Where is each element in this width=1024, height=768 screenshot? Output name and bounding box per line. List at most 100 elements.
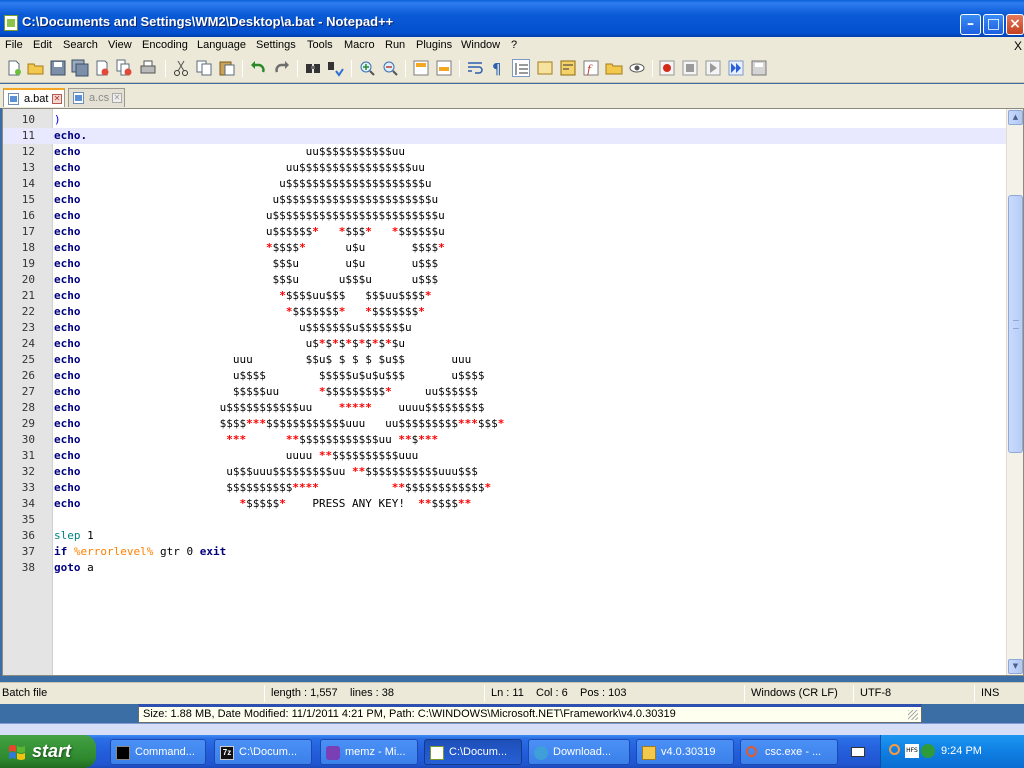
taskbar-item-download[interactable]: Download... — [528, 739, 630, 765]
replace-button[interactable] — [327, 59, 345, 77]
menu-edit[interactable]: Edit — [33, 39, 52, 51]
code-line[interactable]: 30 echo *** **$$$$$$$$$$$$uu **$*** — [3, 432, 1007, 448]
record-macro-button[interactable] — [658, 59, 676, 77]
menu-run[interactable]: Run — [385, 39, 405, 51]
menu-macro[interactable]: Macro — [344, 39, 375, 51]
code-line[interactable]: 24 echo u$*$*$*$*$*$*$u — [3, 336, 1007, 352]
user-language-button[interactable] — [536, 59, 554, 77]
word-wrap-button[interactable] — [466, 59, 484, 77]
save-macro-button[interactable] — [750, 59, 768, 77]
taskbar-item-csc-search[interactable]: csc.exe - ... — [740, 739, 838, 765]
code-line[interactable]: 35 — [3, 512, 1007, 528]
sync-horizontal-button[interactable] — [435, 59, 453, 77]
scroll-thumb[interactable] — [1008, 195, 1023, 453]
start-button[interactable]: start — [0, 735, 96, 768]
resize-grip-icon[interactable] — [908, 710, 918, 720]
code-line[interactable]: 10) — [3, 112, 1007, 128]
menu-help[interactable]: ? — [511, 39, 517, 51]
taskbar-item-visual-studio[interactable]: memz - Mi... — [320, 739, 418, 765]
monitor-button[interactable] — [628, 59, 646, 77]
code-line[interactable]: 22 echo *$$$$$$$* *$$$$$$$* — [3, 304, 1007, 320]
show-all-characters-button[interactable]: ¶ — [488, 59, 506, 77]
menu-language[interactable]: Language — [197, 39, 246, 51]
code-line[interactable]: 14 echo u$$$$$$$$$$$$$$$$$$$$$u — [3, 176, 1007, 192]
scroll-down-icon[interactable]: ▼ — [1008, 659, 1023, 674]
tab-close-icon[interactable]: ✕ — [52, 94, 62, 104]
tab-close-icon[interactable]: ✕ — [112, 93, 122, 103]
code-line[interactable]: 11 echo. — [3, 128, 1007, 144]
code-line[interactable]: 33 echo $$$$$$$$$$**** **$$$$$$$$$$$$* — [3, 480, 1007, 496]
menu-encoding[interactable]: Encoding — [142, 39, 188, 51]
indent-guide-button[interactable] — [512, 59, 530, 77]
code-line[interactable]: 20 echo $$$u u$$$u u$$$ — [3, 272, 1007, 288]
menu-view[interactable]: View — [108, 39, 132, 51]
code-line[interactable]: 31 echo uuuu **$$$$$$$$$$uuu — [3, 448, 1007, 464]
cut-button[interactable] — [172, 59, 190, 77]
tab-a-bat[interactable]: a.bat ✕ — [3, 88, 65, 107]
folder-workspace-button[interactable] — [605, 59, 623, 77]
menu-tools[interactable]: Tools — [307, 39, 333, 51]
code-line[interactable]: 36 slep 1 — [3, 528, 1007, 544]
paste-button[interactable] — [218, 59, 236, 77]
find-button[interactable] — [304, 59, 322, 77]
scroll-up-icon[interactable]: ▲ — [1008, 110, 1023, 125]
vertical-scrollbar[interactable]: ▲ ▼ — [1006, 109, 1023, 675]
menu-window[interactable]: Window — [461, 39, 500, 51]
code-line[interactable]: 28 echo u$$$$$$$$$$$uu ***** uuuu$$$$$$$$… — [3, 400, 1007, 416]
code-line[interactable]: 26 echo u$$$$ $$$$$u$u$u$$$ u$$$$ — [3, 368, 1007, 384]
code-line[interactable]: 21 echo *$$$$uu$$$ $$$uu$$$$* — [3, 288, 1007, 304]
play-multiple-macro-button[interactable] — [727, 59, 745, 77]
code-editor[interactable]: 10) 11 echo. 12 echo uu$$$$$$$$$$$uu 13 echo u… — [2, 108, 1024, 676]
zoom-in-button[interactable] — [358, 59, 376, 77]
code-line[interactable]: 38 goto a — [3, 560, 1007, 576]
code-line[interactable]: 37 if %errorlevel% gtr 0 exit — [3, 544, 1007, 560]
save-all-button[interactable] — [71, 59, 89, 77]
code-line[interactable]: 17 echo u$$$$$$* *$$$* *$$$$$$u — [3, 224, 1007, 240]
function-list-button[interactable]: f — [582, 59, 600, 77]
hfs-tray-icon[interactable]: HFS — [905, 744, 919, 758]
code-line[interactable]: 15 echo u$$$$$$$$$$$$$$$$$$$$$$$u — [3, 192, 1007, 208]
open-file-button[interactable] — [27, 59, 45, 77]
network-tray-icon[interactable] — [921, 744, 935, 758]
sync-vertical-button[interactable] — [412, 59, 430, 77]
close-button[interactable] — [93, 59, 111, 77]
clock[interactable]: 9:24 PM — [941, 745, 982, 757]
close-all-button[interactable] — [115, 59, 133, 77]
minimize-button[interactable]: – — [960, 14, 981, 35]
code-line[interactable]: 12 echo uu$$$$$$$$$$$uu — [3, 144, 1007, 160]
play-macro-button[interactable] — [704, 59, 722, 77]
close-window-button[interactable]: × — [1006, 14, 1024, 35]
code-line[interactable]: 34 echo *$$$$$* PRESS ANY KEY! **$$$$** — [3, 496, 1007, 512]
keyboard-layout-button[interactable] — [846, 739, 872, 765]
taskbar-item-command[interactable]: Command... — [110, 739, 206, 765]
menu-settings[interactable]: Settings — [256, 39, 296, 51]
search-tray-icon[interactable] — [889, 744, 900, 755]
code-line[interactable]: 29 echo $$$$***$$$$$$$$$$$$uuu uu$$$$$$$$… — [3, 416, 1007, 432]
stop-macro-button[interactable] — [681, 59, 699, 77]
menu-search[interactable]: Search — [63, 39, 98, 51]
print-button[interactable] — [139, 59, 157, 77]
menu-file[interactable]: File — [5, 39, 23, 51]
copy-button[interactable] — [195, 59, 213, 77]
menu-plugins[interactable]: Plugins — [416, 39, 452, 51]
new-file-button[interactable] — [5, 59, 23, 77]
undo-button[interactable] — [249, 59, 267, 77]
taskbar-item-folder[interactable]: v4.0.30319 — [636, 739, 734, 765]
code-line[interactable]: 23 echo u$$$$$$$u$$$$$$$u — [3, 320, 1007, 336]
maximize-button[interactable]: □ — [983, 14, 1004, 35]
doc-map-button[interactable] — [559, 59, 577, 77]
code-line[interactable]: 16 echo u$$$$$$$$$$$$$$$$$$$$$$$$$u — [3, 208, 1007, 224]
taskbar-item-notepadpp[interactable]: C:\Docum... — [424, 739, 522, 765]
redo-button[interactable] — [273, 59, 291, 77]
code-line[interactable]: 19 echo $$$u u$u u$$$ — [3, 256, 1007, 272]
code-line[interactable]: 32 echo u$$$uuu$$$$$$$$$uu **$$$$$$$$$$$u… — [3, 464, 1007, 480]
zoom-out-button[interactable] — [381, 59, 399, 77]
code-line[interactable]: 27 echo $$$$$uu *$$$$$$$$$* uu$$$$$$ — [3, 384, 1007, 400]
notepadpp-app-icon[interactable] — [4, 15, 18, 31]
code-line[interactable]: 25 echo uuu $$u$ $ $ $ $u$$ uuu — [3, 352, 1007, 368]
taskbar-item-7zip[interactable]: 7z C:\Docum... — [214, 739, 312, 765]
code-line[interactable]: 18 echo *$$$$* u$u $$$$* — [3, 240, 1007, 256]
code-line[interactable]: 13 echo uu$$$$$$$$$$$$$$$$$uu — [3, 160, 1007, 176]
save-button[interactable] — [49, 59, 67, 77]
close-document-button[interactable]: X — [1014, 39, 1022, 53]
